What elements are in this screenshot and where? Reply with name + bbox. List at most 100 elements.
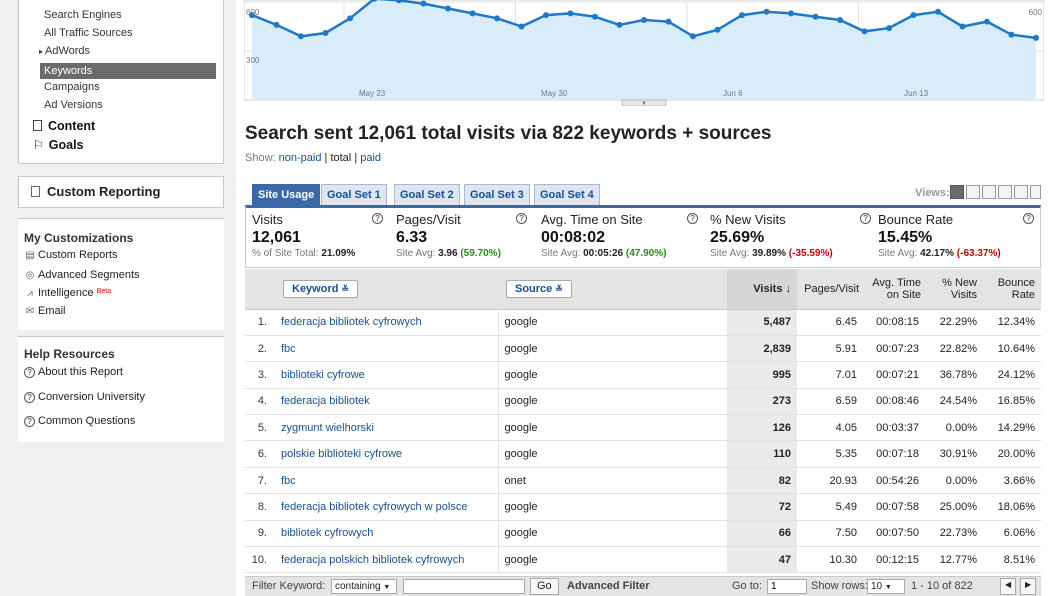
metric-name: Pages/Visit bbox=[396, 212, 461, 227]
nav-search-engines[interactable]: Search Engines bbox=[44, 9, 122, 21]
data-point[interactable] bbox=[886, 25, 892, 32]
go-button[interactable]: Go bbox=[530, 578, 559, 595]
nav-ad-versions[interactable]: Ad Versions bbox=[44, 99, 103, 111]
keyword-link[interactable]: federacja bibliotek cyfrowych w polsce bbox=[281, 501, 467, 513]
metric-value: 00:08:02 bbox=[541, 229, 606, 246]
pie-view-icon[interactable] bbox=[966, 185, 980, 199]
row-index: 4. bbox=[245, 388, 273, 416]
data-point[interactable] bbox=[347, 15, 353, 22]
prev-page-button[interactable]: ◀ bbox=[1000, 578, 1017, 595]
custom-reports-label: Custom Reports bbox=[38, 249, 118, 261]
data-point[interactable] bbox=[518, 23, 525, 30]
keyword-link[interactable]: fbc bbox=[281, 343, 296, 355]
nav-goals[interactable]: ⚐ Goals bbox=[33, 138, 84, 152]
advanced-filter-link[interactable]: Advanced Filter bbox=[567, 580, 650, 592]
data-point[interactable] bbox=[298, 33, 304, 40]
data-point[interactable] bbox=[714, 26, 721, 33]
trend-view-icon[interactable] bbox=[1030, 185, 1041, 199]
data-point[interactable] bbox=[812, 13, 819, 20]
nav-campaigns[interactable]: Campaigns bbox=[44, 81, 100, 93]
filter-mode-select[interactable]: containing ▼ bbox=[331, 579, 397, 594]
data-point[interactable] bbox=[1033, 34, 1039, 41]
metric-pages-visit: Pages/Visit 6.33 Site Avg: 3.96 (59.70%)… bbox=[396, 212, 527, 268]
show-rows-select[interactable]: 10 ▼ bbox=[867, 579, 905, 594]
data-point[interactable] bbox=[616, 21, 623, 28]
keyword-dimension-button[interactable]: Keyword ≚ bbox=[283, 279, 359, 298]
custom-reporting[interactable]: Custom Reporting bbox=[31, 184, 160, 199]
data-point[interactable] bbox=[984, 18, 990, 25]
data-point[interactable] bbox=[959, 23, 966, 30]
common-questions-link[interactable]: ? Common Questions bbox=[24, 415, 135, 427]
data-point[interactable] bbox=[665, 18, 672, 25]
keyword-link[interactable]: zygmunt wielhorski bbox=[281, 422, 374, 434]
data-point[interactable] bbox=[469, 10, 476, 17]
help-icon[interactable]: ? bbox=[516, 213, 527, 224]
tab-goal-set-1[interactable]: Goal Set 1 bbox=[321, 184, 387, 205]
data-point[interactable] bbox=[420, 0, 427, 7]
tab-goal-set-2[interactable]: Goal Set 2 bbox=[394, 184, 460, 205]
nav-all-traffic-sources[interactable]: All Traffic Sources bbox=[44, 27, 132, 39]
custom-reporting-panel[interactable]: Custom Reporting bbox=[18, 176, 224, 208]
data-point[interactable] bbox=[788, 10, 794, 17]
about-report-link[interactable]: ? About this Report bbox=[24, 366, 123, 378]
custom-reports-link[interactable]: ▤ Custom Reports bbox=[24, 249, 117, 261]
nav-content[interactable]: Content bbox=[33, 119, 95, 133]
data-point[interactable] bbox=[322, 30, 329, 37]
keyword-link[interactable]: biblioteki cyfrowe bbox=[281, 369, 365, 381]
tab-site-usage[interactable]: Site Usage bbox=[252, 184, 321, 205]
data-point[interactable] bbox=[910, 12, 917, 19]
bar-view-icon[interactable] bbox=[982, 185, 996, 199]
keyword-link[interactable]: fbc bbox=[281, 475, 296, 487]
table-view-icon[interactable] bbox=[950, 185, 964, 199]
nav-content-label: Content bbox=[48, 119, 96, 133]
data-point[interactable] bbox=[273, 21, 280, 28]
data-point[interactable] bbox=[861, 28, 868, 35]
help-icon[interactable]: ? bbox=[1023, 213, 1034, 224]
header-pages-visit[interactable]: Pages/Visit bbox=[797, 269, 863, 310]
nav-keywords[interactable]: Keywords bbox=[40, 63, 216, 79]
header-new-visits[interactable]: % New Visits bbox=[925, 269, 983, 310]
comparison-view-icon[interactable] bbox=[998, 185, 1012, 199]
advanced-segments-link[interactable]: ◎ Advanced Segments bbox=[24, 269, 140, 281]
data-point[interactable] bbox=[445, 5, 451, 12]
tab-goal-set-4[interactable]: Goal Set 4 bbox=[534, 184, 600, 205]
header-visits[interactable]: Visits ↓ bbox=[727, 269, 797, 310]
data-point[interactable] bbox=[567, 10, 574, 17]
data-point[interactable] bbox=[1008, 31, 1015, 38]
data-point[interactable] bbox=[739, 12, 745, 19]
intelligence-link[interactable]: ⩘ Intelligence Beta bbox=[24, 287, 111, 299]
tab-goal-set-3[interactable]: Goal Set 3 bbox=[464, 184, 530, 205]
nav-adwords[interactable]: ▸ AdWords bbox=[39, 45, 90, 57]
keyword-link[interactable]: polskie biblioteki cyfrowe bbox=[281, 448, 402, 460]
help-icon[interactable]: ? bbox=[687, 213, 698, 224]
source-dimension-button[interactable]: Source ≚ bbox=[506, 279, 572, 298]
data-point[interactable] bbox=[494, 15, 500, 22]
data-point[interactable] bbox=[837, 16, 843, 23]
keyword-link[interactable]: bibliotek cyfrowych bbox=[281, 527, 373, 539]
header-avg-time[interactable]: Avg. Time on Site bbox=[863, 269, 925, 310]
keyword-link[interactable]: federacja polskich bibliotek cyfrowych bbox=[281, 554, 464, 566]
data-point[interactable] bbox=[763, 8, 770, 15]
data-point[interactable] bbox=[690, 33, 696, 40]
show-non-paid-link[interactable]: non-paid bbox=[279, 152, 322, 164]
metric-sub-value: 39.89% bbox=[752, 248, 786, 259]
visits-cell: 82 bbox=[727, 467, 797, 495]
data-point[interactable] bbox=[543, 12, 549, 19]
header-bounce-rate[interactable]: Bounce Rate bbox=[983, 269, 1041, 310]
goto-input[interactable] bbox=[767, 579, 807, 594]
data-point[interactable] bbox=[641, 16, 647, 23]
visits-cell: 110 bbox=[727, 440, 797, 468]
email-link[interactable]: ✉ Email bbox=[24, 305, 66, 317]
show-paid-link[interactable]: paid bbox=[360, 152, 381, 164]
metric-avg-time: Avg. Time on Site 00:08:02 Site Avg: 00:… bbox=[541, 212, 698, 268]
help-icon[interactable]: ? bbox=[860, 213, 871, 224]
keyword-link[interactable]: federacja bibliotek bbox=[281, 395, 370, 407]
conversion-university-link[interactable]: ? Conversion University bbox=[24, 391, 145, 403]
data-point[interactable] bbox=[592, 13, 598, 20]
help-icon[interactable]: ? bbox=[372, 213, 383, 224]
data-point[interactable] bbox=[935, 8, 941, 15]
pivot-view-icon[interactable] bbox=[1014, 185, 1028, 199]
keyword-link[interactable]: federacja bibliotek cyfrowych bbox=[281, 316, 422, 328]
next-page-button[interactable]: ▶ bbox=[1020, 578, 1037, 595]
filter-input[interactable] bbox=[403, 579, 525, 594]
